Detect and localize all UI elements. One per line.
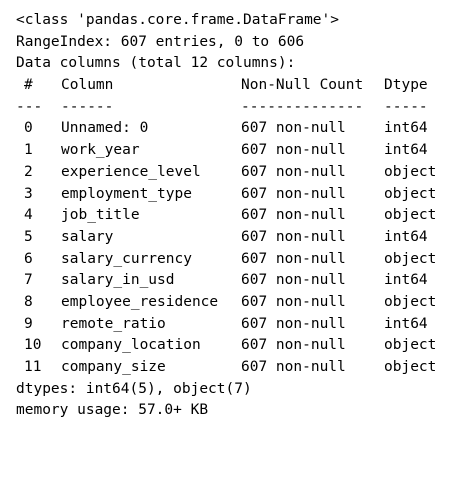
row-column: salary_currency [61, 250, 192, 267]
class-line: <class 'pandas.core.frame.DataFrame'> [16, 12, 340, 28]
column-rows: 0 Unnamed: 0 607 non-null int64 1 work_y… [16, 118, 469, 378]
table-row: 11 company_size 607 non-null object [16, 357, 469, 379]
table-row: 8 employee_residence 607 non-null object [16, 292, 469, 314]
row-column: employment_type [61, 185, 192, 202]
row-count: 607 non-null [241, 228, 346, 245]
row-index: 3 [24, 185, 33, 202]
row-column: salary [61, 228, 114, 245]
row-count: 607 non-null [241, 315, 346, 332]
row-count: 607 non-null [241, 293, 346, 310]
row-column: employee_residence [61, 293, 219, 310]
header-index: # [24, 77, 33, 94]
row-dtype: object [384, 359, 437, 375]
row-index: 4 [24, 207, 33, 224]
separator-column: ------ [61, 98, 114, 115]
row-column: company_location [61, 337, 201, 354]
separator-count: -------------- [241, 98, 364, 115]
row-dtype: int64 [384, 315, 428, 332]
range-index-line: RangeIndex: 607 entries, 0 to 606 [16, 33, 305, 50]
table-header: # Column Non-Null Count Dtype [16, 75, 469, 97]
row-index: 0 [24, 120, 33, 137]
header-count: Non-Null Count [241, 77, 364, 94]
row-count: 607 non-null [241, 207, 346, 224]
memory-usage-line: memory usage: 57.0+ KB [16, 402, 209, 419]
header-dtype: Dtype [384, 77, 428, 94]
row-count: 607 non-null [241, 272, 346, 289]
row-column: remote_ratio [61, 315, 166, 332]
header-column: Column [61, 77, 114, 94]
row-index: 2 [24, 163, 33, 180]
row-column: experience_level [61, 163, 201, 180]
data-columns-line: Data columns (total 12 columns): [16, 55, 296, 72]
row-dtype: int64 [384, 142, 428, 159]
table-row: 9 remote_ratio 607 non-null int64 [16, 314, 469, 336]
table-row: 4 job_title 607 non-null object [16, 205, 469, 227]
dtypes-summary-line: dtypes: int64(5), object(7) [16, 380, 252, 397]
table-row: 1 work_year 607 non-null int64 [16, 140, 469, 162]
table-row: 5 salary 607 non-null int64 [16, 227, 469, 249]
row-column: work_year [61, 142, 140, 159]
table-row: 0 Unnamed: 0 607 non-null int64 [16, 118, 469, 140]
row-dtype: int64 [384, 272, 428, 289]
row-count: 607 non-null [241, 142, 346, 159]
row-column: company_size [61, 359, 166, 375]
table-row: 10 company_location 607 non-null object [16, 335, 469, 357]
row-index: 11 [24, 359, 42, 375]
table-row: 6 salary_currency 607 non-null object [16, 249, 469, 271]
row-count: 607 non-null [241, 120, 346, 137]
row-dtype: object [384, 337, 437, 354]
row-dtype: object [384, 185, 437, 202]
table-row: 7 salary_in_usd 607 non-null int64 [16, 270, 469, 292]
row-count: 607 non-null [241, 185, 346, 202]
row-index: 8 [24, 293, 33, 310]
row-index: 10 [24, 337, 42, 354]
separator-index: --- [16, 98, 43, 115]
row-index: 9 [24, 315, 33, 332]
row-column: salary_in_usd [61, 272, 175, 289]
row-count: 607 non-null [241, 250, 346, 267]
separator-dtype: ----- [384, 98, 428, 115]
row-dtype: object [384, 207, 437, 224]
row-count: 607 non-null [241, 163, 346, 180]
row-index: 7 [24, 272, 33, 289]
row-dtype: int64 [384, 228, 428, 245]
row-column: Unnamed: 0 [61, 120, 149, 137]
table-row: 3 employment_type 607 non-null object [16, 184, 469, 206]
row-dtype: int64 [384, 120, 428, 137]
row-count: 607 non-null [241, 359, 346, 375]
row-column: job_title [61, 207, 140, 224]
row-count: 607 non-null [241, 337, 346, 354]
row-dtype: object [384, 293, 437, 310]
dataframe-info-output: <class 'pandas.core.frame.DataFrame'> Ra… [16, 10, 469, 422]
table-row: 2 experience_level 607 non-null object [16, 162, 469, 184]
row-dtype: object [384, 163, 437, 180]
row-index: 6 [24, 250, 33, 267]
row-index: 5 [24, 228, 33, 245]
header-separator: --- ------ -------------- ----- [16, 97, 469, 119]
row-index: 1 [24, 142, 33, 159]
row-dtype: object [384, 250, 437, 267]
